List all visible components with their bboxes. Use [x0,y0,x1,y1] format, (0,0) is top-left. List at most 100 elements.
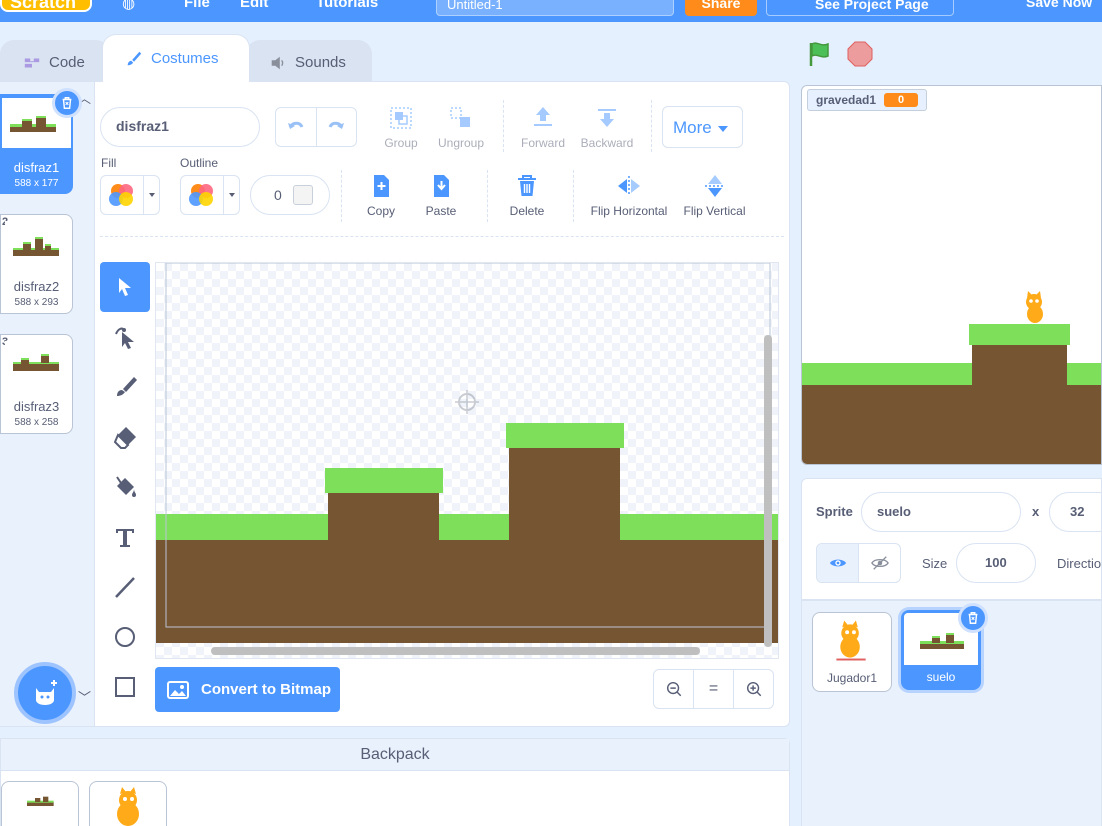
tab-costumes[interactable]: Costumes [102,34,250,82]
flip-vertical-button[interactable]: Flip Vertical [682,172,747,218]
zoom-reset-button[interactable]: = [693,670,733,708]
backward-button[interactable]: Backward [580,104,634,150]
size-input[interactable]: 100 [956,543,1036,583]
variable-monitor[interactable]: gravedad1 0 [807,89,928,111]
tool-palette [100,262,150,712]
variable-value: 0 [884,93,919,107]
convert-to-bitmap-button[interactable]: Convert to Bitmap [155,667,340,712]
eye-icon [829,559,846,567]
project-title-input[interactable]: Untitled-1 [436,0,674,16]
backpack-header[interactable]: Backpack [1,739,789,771]
text-tool[interactable] [100,512,150,562]
tab-sounds[interactable]: Sounds [246,40,372,84]
reshape-icon [115,327,134,349]
scroll-down-icon[interactable]: ﹀ [78,687,91,706]
delete-label: Delete [509,204,545,218]
zoom-in-button[interactable] [733,670,773,708]
costume-name-input[interactable]: disfraz1 [100,107,260,147]
costume-thumbnail [5,221,67,269]
costume-list-scrollbar[interactable]: ︿ ﹀ [78,88,91,708]
rectangle-icon [115,677,135,697]
copy-button[interactable]: Copy [362,172,400,218]
redo-button[interactable] [315,108,356,146]
menu-edit[interactable]: Edit [240,0,268,11]
save-now-link[interactable]: Save Now [1026,0,1092,10]
costume-item-2[interactable]: 2 disfraz2 588 x 293 [0,214,73,314]
undo-icon [287,121,304,129]
costume-drawing [156,263,778,655]
choose-costume-button[interactable] [14,662,76,724]
outline-color-picker[interactable] [180,175,240,215]
delete-costume-button[interactable] [52,88,82,118]
eye-slash-icon [870,556,889,570]
flip-horizontal-label: Flip Horizontal [590,204,668,218]
more-button[interactable]: More [662,106,743,148]
globe-icon[interactable]: ◍ [122,0,135,12]
direction-label: Direction [1057,556,1102,571]
select-tool[interactable] [100,262,150,312]
backpack-item[interactable] [1,781,79,826]
canvas-vertical-scrollbar[interactable] [764,335,772,647]
tab-code[interactable]: Code [0,40,110,84]
green-flag-icon[interactable] [806,40,834,68]
costume-size: 588 x 258 [14,417,59,428]
forward-button[interactable]: Forward [520,104,566,150]
undo-redo-group [275,107,357,147]
sprite-name-input[interactable]: suelo [861,492,1021,532]
code-icon [24,58,40,67]
costume-item-3[interactable]: 3 disfraz3 588 x 258 [0,334,73,434]
circle-tool[interactable] [100,612,150,662]
hide-sprite-button[interactable] [858,544,900,582]
backpack-item[interactable] [89,781,167,826]
delete-sprite-button[interactable] [958,603,988,633]
flip-horizontal-button[interactable]: Flip Horizontal [589,172,669,218]
canvas-horizontal-scrollbar[interactable] [211,647,700,655]
paste-button[interactable]: Paste [421,172,461,218]
costume-name: disfraz2 [13,279,60,294]
flip-vertical-icon [704,175,725,197]
group-button[interactable]: Group [381,104,421,150]
scratch-logo[interactable]: Scratch [0,0,92,12]
share-button[interactable]: Share [685,0,757,16]
ungroup-button[interactable]: Ungroup [436,104,486,150]
cat-sprite-thumbnail [117,787,139,826]
stage[interactable]: gravedad1 0 [801,85,1102,465]
outline-width-input[interactable]: 0 [250,175,330,215]
cat-sprite[interactable] [1026,291,1043,323]
brush-icon [127,51,142,65]
brush-tool[interactable] [100,362,150,412]
ungroup-icon [450,107,470,127]
see-project-page-button[interactable]: See Project Page [766,0,954,16]
line-tool[interactable] [100,562,150,612]
reshape-tool[interactable] [100,312,150,362]
sprite-label: Sprite [816,504,853,519]
stop-icon[interactable] [846,40,874,68]
rectangle-tool[interactable] [100,662,150,712]
sprite-tile-jugador1[interactable]: Jugador1 [812,612,892,692]
zoom-out-button[interactable] [654,670,693,708]
fill-tool[interactable] [100,462,150,512]
cat-add-icon [36,680,57,705]
x-position-input[interactable]: 32 [1049,492,1102,532]
divider [503,100,504,152]
menu-file[interactable]: File [184,0,210,11]
paint-canvas[interactable] [155,262,779,659]
costume-list: ︿ ﹀ 1 disfraz1 588 x 177 2 disfraz2 588 … [0,82,95,726]
stepper-icon[interactable] [293,185,313,205]
eraser-tool[interactable] [100,412,150,462]
show-sprite-button[interactable] [817,544,858,582]
copy-label: Copy [366,204,395,218]
zoom-controls: = [653,669,774,709]
menu-tutorials[interactable]: Tutorials [316,0,378,11]
divider [651,100,652,152]
costume-size: 588 x 293 [14,297,59,308]
undo-button[interactable] [276,108,316,146]
divider [341,170,342,222]
text-icon [116,529,134,547]
trash-icon [518,175,536,196]
delete-button[interactable]: Delete [505,172,549,218]
costume-thumbnail [5,341,67,389]
outline-label: Outline [180,156,219,170]
fill-color-picker[interactable] [100,175,160,215]
backpack: Backpack [0,738,790,826]
